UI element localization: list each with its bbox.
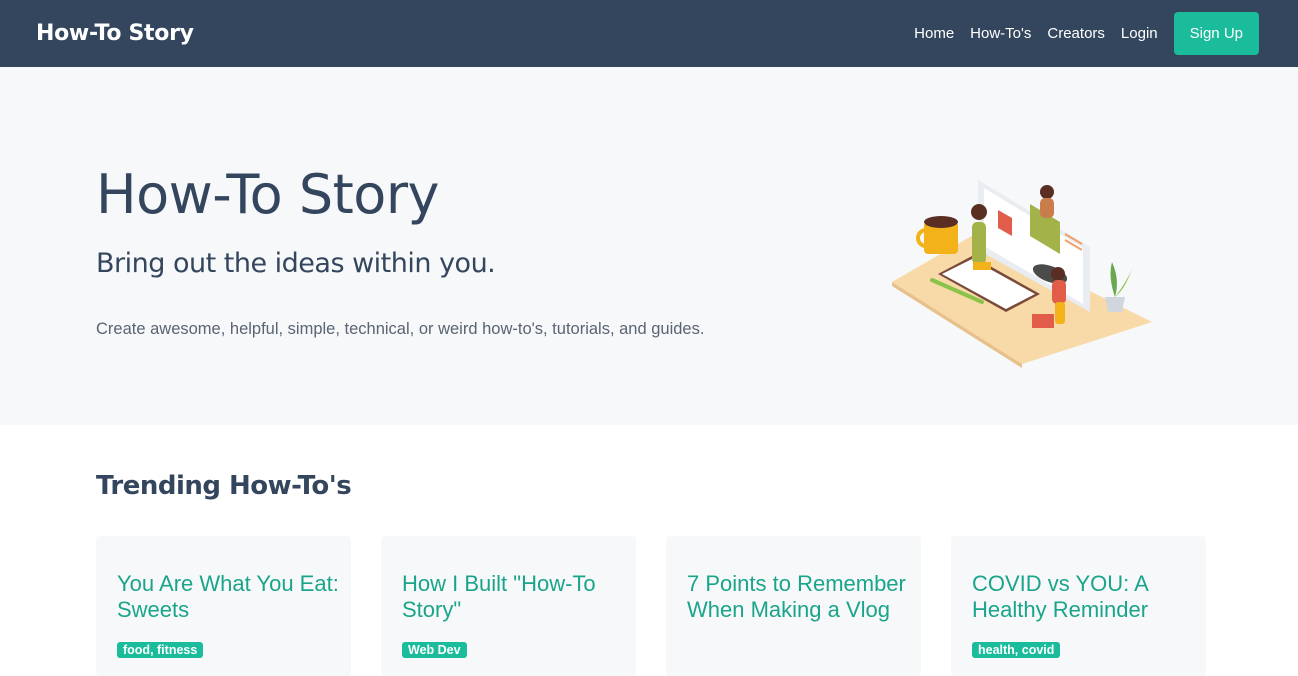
hero-section: How-To Story Bring out the ideas within … bbox=[0, 67, 1298, 425]
card-title[interactable]: 7 Points to Remember When Making a Vlog bbox=[687, 571, 909, 623]
howto-card[interactable]: COVID vs YOU: A Healthy Reminder health,… bbox=[951, 536, 1206, 676]
trending-heading: Trending How-To's bbox=[96, 471, 352, 501]
brand-logo[interactable]: How-To Story bbox=[36, 21, 194, 46]
navbar: How-To Story Home How-To's Creators Logi… bbox=[0, 0, 1298, 67]
hero-title: How-To Story bbox=[96, 163, 440, 226]
nav-login-link[interactable]: Login bbox=[1121, 25, 1158, 42]
nav-howtos-link[interactable]: How-To's bbox=[970, 25, 1031, 42]
hero-description: Create awesome, helpful, simple, technic… bbox=[96, 320, 705, 338]
card-tag[interactable]: food, fitness bbox=[117, 642, 204, 658]
hero-subtitle: Bring out the ideas within you. bbox=[96, 248, 496, 279]
card-title[interactable]: You Are What You Eat: Sweets bbox=[117, 571, 339, 623]
howto-card[interactable]: 7 Points to Remember When Making a Vlog bbox=[666, 536, 921, 676]
card-tag[interactable]: health, covid bbox=[972, 642, 1061, 658]
desk-workspace-illustration bbox=[892, 180, 1152, 368]
signup-button[interactable]: Sign Up bbox=[1173, 12, 1259, 55]
nav-home-link[interactable]: Home bbox=[914, 25, 954, 42]
howto-card[interactable]: You Are What You Eat: Sweets food, fitne… bbox=[96, 536, 351, 676]
nav-links: Home How-To's Creators Login Sign Up bbox=[898, 12, 1259, 55]
card-title[interactable]: COVID vs YOU: A Healthy Reminder bbox=[972, 571, 1194, 623]
howto-card[interactable]: How I Built "How-To Story" Web Dev bbox=[381, 536, 636, 676]
card-tag[interactable]: Web Dev bbox=[402, 642, 467, 658]
card-title[interactable]: How I Built "How-To Story" bbox=[402, 571, 624, 623]
nav-creators-link[interactable]: Creators bbox=[1047, 25, 1105, 42]
